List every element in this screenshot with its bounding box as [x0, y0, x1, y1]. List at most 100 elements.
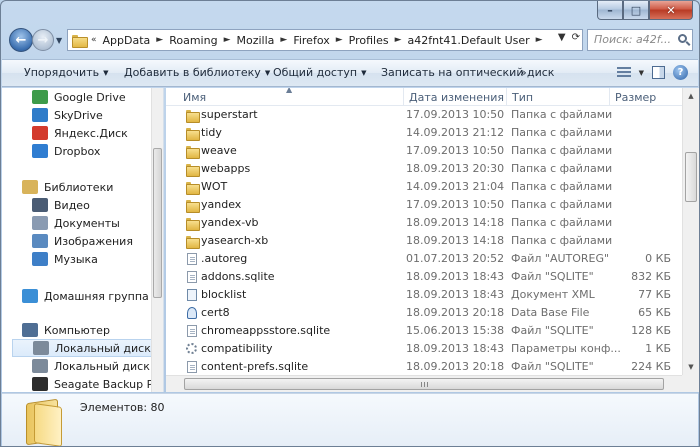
hscroll-thumb[interactable]	[184, 378, 664, 390]
horizontal-scrollbar[interactable]	[166, 375, 682, 392]
column-header-date[interactable]: Дата изменения	[409, 91, 504, 104]
sidebar-item[interactable]: Библиотеки	[22, 178, 113, 196]
table-row[interactable]: superstart 17.09.2013 10:50 Папка с файлам…	[166, 106, 681, 124]
add-to-library-button[interactable]: Добавить в библиотеку ▼	[124, 66, 270, 79]
video-icon	[32, 198, 48, 212]
sidebar-scroll-thumb[interactable]	[153, 148, 162, 298]
table-row[interactable]: yandex-vb 18.09.2013 14:18 Папка с файлами	[166, 214, 681, 232]
breadcrumb-separator[interactable]: ►	[224, 35, 231, 45]
sidebar-scrollbar[interactable]	[151, 88, 163, 392]
file-type: Папка с файлами	[511, 198, 613, 211]
change-view-icon[interactable]	[616, 66, 631, 79]
table-row[interactable]: tidy 14.09.2013 21:12 Папка с файлами	[166, 124, 681, 142]
organize-button[interactable]: Упорядочить ▼	[24, 66, 109, 79]
breadcrumb-separator[interactable]: ►	[395, 35, 402, 45]
more-commands-button[interactable]: »	[520, 66, 527, 79]
file-name: yasearch-xb	[201, 234, 269, 247]
table-row[interactable]: content-prefs.sqlite 18.09.2013 20:18 Файл…	[166, 358, 681, 376]
breadcrumb-roaming[interactable]: Roaming	[169, 34, 217, 47]
file-type: Документ XML	[511, 288, 595, 301]
table-row[interactable]: .autoreg 01.07.2013 20:52 Файл "AUTOREG" 0 …	[166, 250, 681, 268]
close-button[interactable]: ✕	[649, 1, 693, 20]
table-row[interactable]: cert8 18.09.2013 20:18 Data Base File 65 КБ	[166, 304, 681, 322]
address-dropdown-icon[interactable]: ▼	[558, 32, 566, 43]
sort-ascending-icon: ▲	[286, 88, 293, 94]
breadcrumb-separator[interactable]: ►	[536, 35, 543, 45]
address-bar[interactable]: « AppData ► Roaming ► Mozilla ► Firefox …	[67, 29, 583, 51]
column-header-size[interactable]: Размер	[615, 91, 656, 104]
breadcrumb-separator[interactable]: ►	[336, 35, 343, 45]
help-icon[interactable]: ?	[673, 65, 688, 80]
maximize-button[interactable]: □	[623, 1, 649, 20]
folder-icon	[186, 181, 200, 195]
table-row[interactable]: weave 17.09.2013 10:50 Папка с файлами	[166, 142, 681, 160]
column-divider[interactable]	[609, 88, 610, 106]
search-input[interactable]: Поиск: a42f...	[587, 29, 693, 51]
column-divider[interactable]	[403, 88, 404, 106]
refresh-icon[interactable]: ⟳	[572, 32, 580, 43]
sidebar-item[interactable]: SkyDrive	[32, 106, 103, 124]
file-icon	[187, 253, 197, 265]
breadcrumb-separator[interactable]: ►	[280, 35, 287, 45]
file-name: webapps	[201, 162, 251, 175]
file-name: cert8	[201, 306, 230, 319]
sidebar-item[interactable]: Локальный диск (C:)	[12, 339, 163, 357]
scroll-down-icon[interactable]: ▼	[683, 359, 699, 375]
breadcrumb-appdata[interactable]: AppData	[103, 34, 151, 47]
sidebar-item[interactable]: Домашняя группа	[22, 287, 149, 305]
breadcrumb-profiles[interactable]: Profiles	[349, 34, 389, 47]
scroll-thumb[interactable]	[685, 152, 697, 202]
grip-icon	[421, 382, 429, 387]
column-header-type[interactable]: Тип	[512, 91, 533, 104]
burn-button[interactable]: Записать на оптический диск	[381, 66, 554, 79]
table-row[interactable]: blocklist 18.09.2013 18:43 Документ XML 77 …	[166, 286, 681, 304]
column-headers: Имя ▲ Дата изменения Тип Размер	[166, 88, 699, 106]
file-date: 15.06.2013 15:38	[406, 324, 505, 337]
sidebar-item[interactable]: Видео	[32, 196, 90, 214]
sidebar-item[interactable]: Seagate Backup Plus D	[32, 375, 163, 392]
sidebar-item[interactable]: Документы	[32, 214, 120, 232]
minimize-button[interactable]: –	[597, 1, 623, 20]
sidebar-item-label: Изображения	[54, 234, 133, 248]
sidebar-item[interactable]: Музыка	[32, 250, 98, 268]
sidebar-item[interactable]: Google Drive	[32, 88, 126, 106]
google-drive-icon	[32, 90, 48, 104]
breadcrumb-firefox[interactable]: Firefox	[293, 34, 329, 47]
breadcrumb-overflow[interactable]: «	[91, 35, 97, 45]
sidebar-item[interactable]: Локальный диск (D:)	[32, 357, 163, 375]
column-divider[interactable]	[506, 88, 507, 106]
table-row[interactable]: chromeappsstore.sqlite 15.06.2013 15:38 Фа…	[166, 322, 681, 340]
sidebar-item-label: Компьютер	[44, 323, 110, 337]
file-date: 14.09.2013 21:04	[406, 180, 505, 193]
table-row[interactable]: WOT 14.09.2013 21:04 Папка с файлами	[166, 178, 681, 196]
back-button[interactable]: ←	[9, 28, 33, 52]
scroll-up-icon[interactable]: ▲	[683, 88, 699, 104]
preview-pane-icon[interactable]	[652, 66, 665, 79]
sidebar-item[interactable]: Dropbox	[32, 142, 100, 160]
share-button[interactable]: Общий доступ ▼	[273, 66, 366, 79]
view-controls: ▼ ?	[616, 65, 688, 80]
breadcrumb-separator[interactable]: ►	[156, 35, 163, 45]
sidebar-item[interactable]: Яндекс.Диск	[32, 124, 128, 142]
vertical-scrollbar[interactable]: ▲ ▼	[682, 88, 699, 375]
yandex-disk-icon	[32, 126, 48, 140]
table-row[interactable]: yandex 17.09.2013 10:50 Папка с файлами	[166, 196, 681, 214]
view-dropdown-icon[interactable]: ▼	[639, 69, 644, 77]
breadcrumb-mozilla[interactable]: Mozilla	[236, 34, 274, 47]
navigation-pane: Google Drive SkyDrive Яндекс.Диск Dropbox Би…	[2, 88, 164, 392]
sidebar-item[interactable]: Изображения	[32, 232, 133, 250]
file-date: 14.09.2013 21:12	[406, 126, 505, 139]
recent-pages-dropdown[interactable]: ▼	[56, 36, 62, 45]
breadcrumb-current[interactable]: a42fnt41.Default User	[408, 34, 530, 47]
table-row[interactable]: compatibility 18.09.2013 18:43 Параметры к…	[166, 340, 681, 358]
search-icon[interactable]	[678, 34, 687, 43]
file-name: tidy	[201, 126, 222, 139]
folder-icon	[186, 145, 200, 159]
forward-button[interactable]: →	[32, 29, 54, 51]
column-header-name[interactable]: Имя	[183, 91, 206, 104]
table-row[interactable]: webapps 18.09.2013 20:30 Папка с файлами	[166, 160, 681, 178]
table-row[interactable]: yasearch-xb 18.09.2013 14:18 Папка с файла…	[166, 232, 681, 250]
sidebar-item[interactable]: Компьютер	[22, 321, 110, 339]
table-row[interactable]: addons.sqlite 18.09.2013 18:43 Файл "SQLIT…	[166, 268, 681, 286]
file-type: Папка с файлами	[511, 108, 613, 121]
